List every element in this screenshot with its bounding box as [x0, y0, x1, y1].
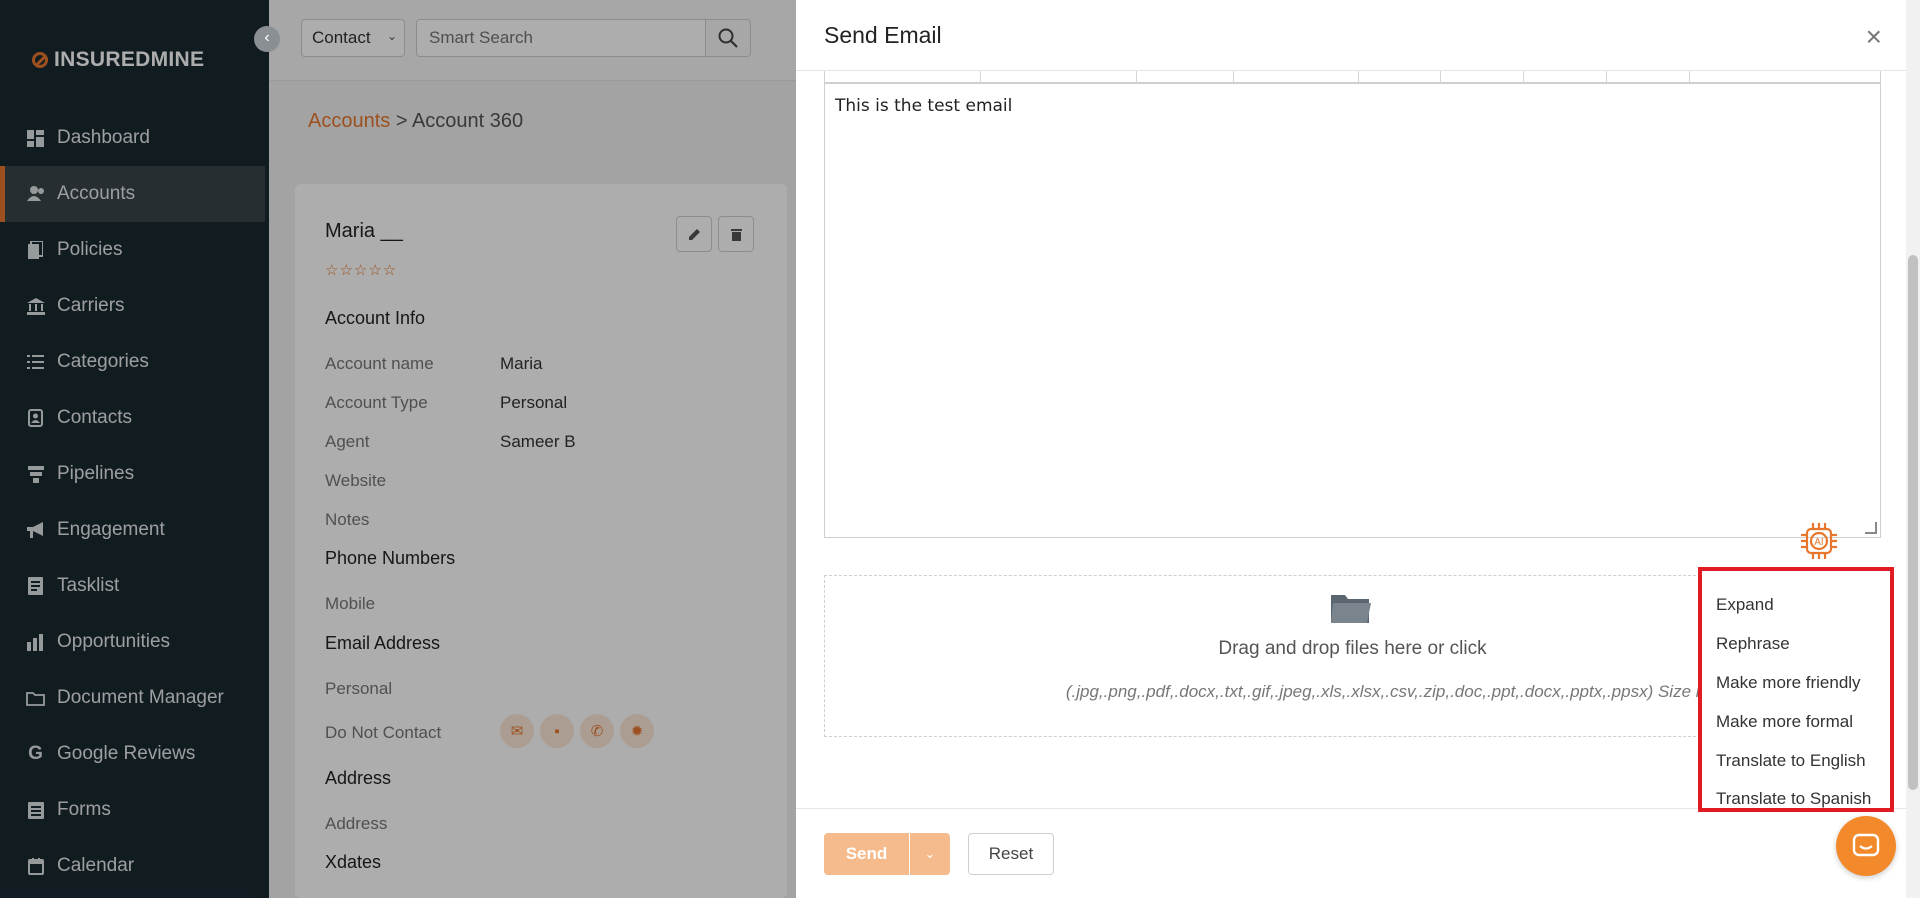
toolbar-cell[interactable]: [1137, 71, 1234, 83]
folder-icon: [1331, 595, 1371, 623]
scrollbar-thumb[interactable]: [1908, 255, 1918, 790]
toolbar-cell[interactable]: [1234, 71, 1359, 83]
email-body-text: This is the test email: [835, 96, 1013, 116]
ai-button-label: AI: [1814, 537, 1823, 548]
ai-assistant-button[interactable]: AI: [1798, 520, 1840, 562]
chat-bubble-icon: [1852, 833, 1880, 857]
ai-menu-item-translate-spanish[interactable]: Translate to Spanish: [1716, 789, 1871, 809]
toolbar-cell[interactable]: [1359, 71, 1441, 83]
toolbar-cell[interactable]: [1524, 71, 1607, 83]
modal-backdrop[interactable]: [0, 0, 796, 898]
send-button[interactable]: Send: [824, 833, 909, 875]
ai-menu-item-more-friendly[interactable]: Make more friendly: [1716, 673, 1861, 693]
reset-button[interactable]: Reset: [968, 833, 1054, 875]
editor-toolbar: [824, 71, 1881, 83]
chevron-down-icon: ⌄: [924, 846, 936, 861]
ai-menu-item-translate-english[interactable]: Translate to English: [1716, 751, 1866, 771]
resize-handle-icon[interactable]: [1865, 522, 1877, 534]
toolbar-cell[interactable]: [981, 71, 1137, 83]
ai-menu-item-expand[interactable]: Expand: [1716, 595, 1774, 615]
toolbar-cell[interactable]: [1441, 71, 1524, 83]
toolbar-cell[interactable]: [825, 71, 981, 83]
modal-scrollbar[interactable]: [1906, 0, 1920, 898]
ai-options-menu: Expand Rephrase Make more friendly Make …: [1698, 567, 1894, 812]
chat-launcher-button[interactable]: [1836, 816, 1896, 876]
ai-menu-item-more-formal[interactable]: Make more formal: [1716, 712, 1853, 732]
toolbar-cell[interactable]: [1607, 71, 1690, 83]
close-icon[interactable]: ×: [1866, 22, 1882, 52]
modal-title: Send Email: [824, 22, 942, 48]
ai-menu-item-rephrase[interactable]: Rephrase: [1716, 634, 1790, 654]
email-body-editor[interactable]: This is the test email: [824, 83, 1881, 538]
sidebar-collapse-button[interactable]: ‹: [254, 26, 280, 52]
send-options-button[interactable]: ⌄: [910, 833, 950, 875]
